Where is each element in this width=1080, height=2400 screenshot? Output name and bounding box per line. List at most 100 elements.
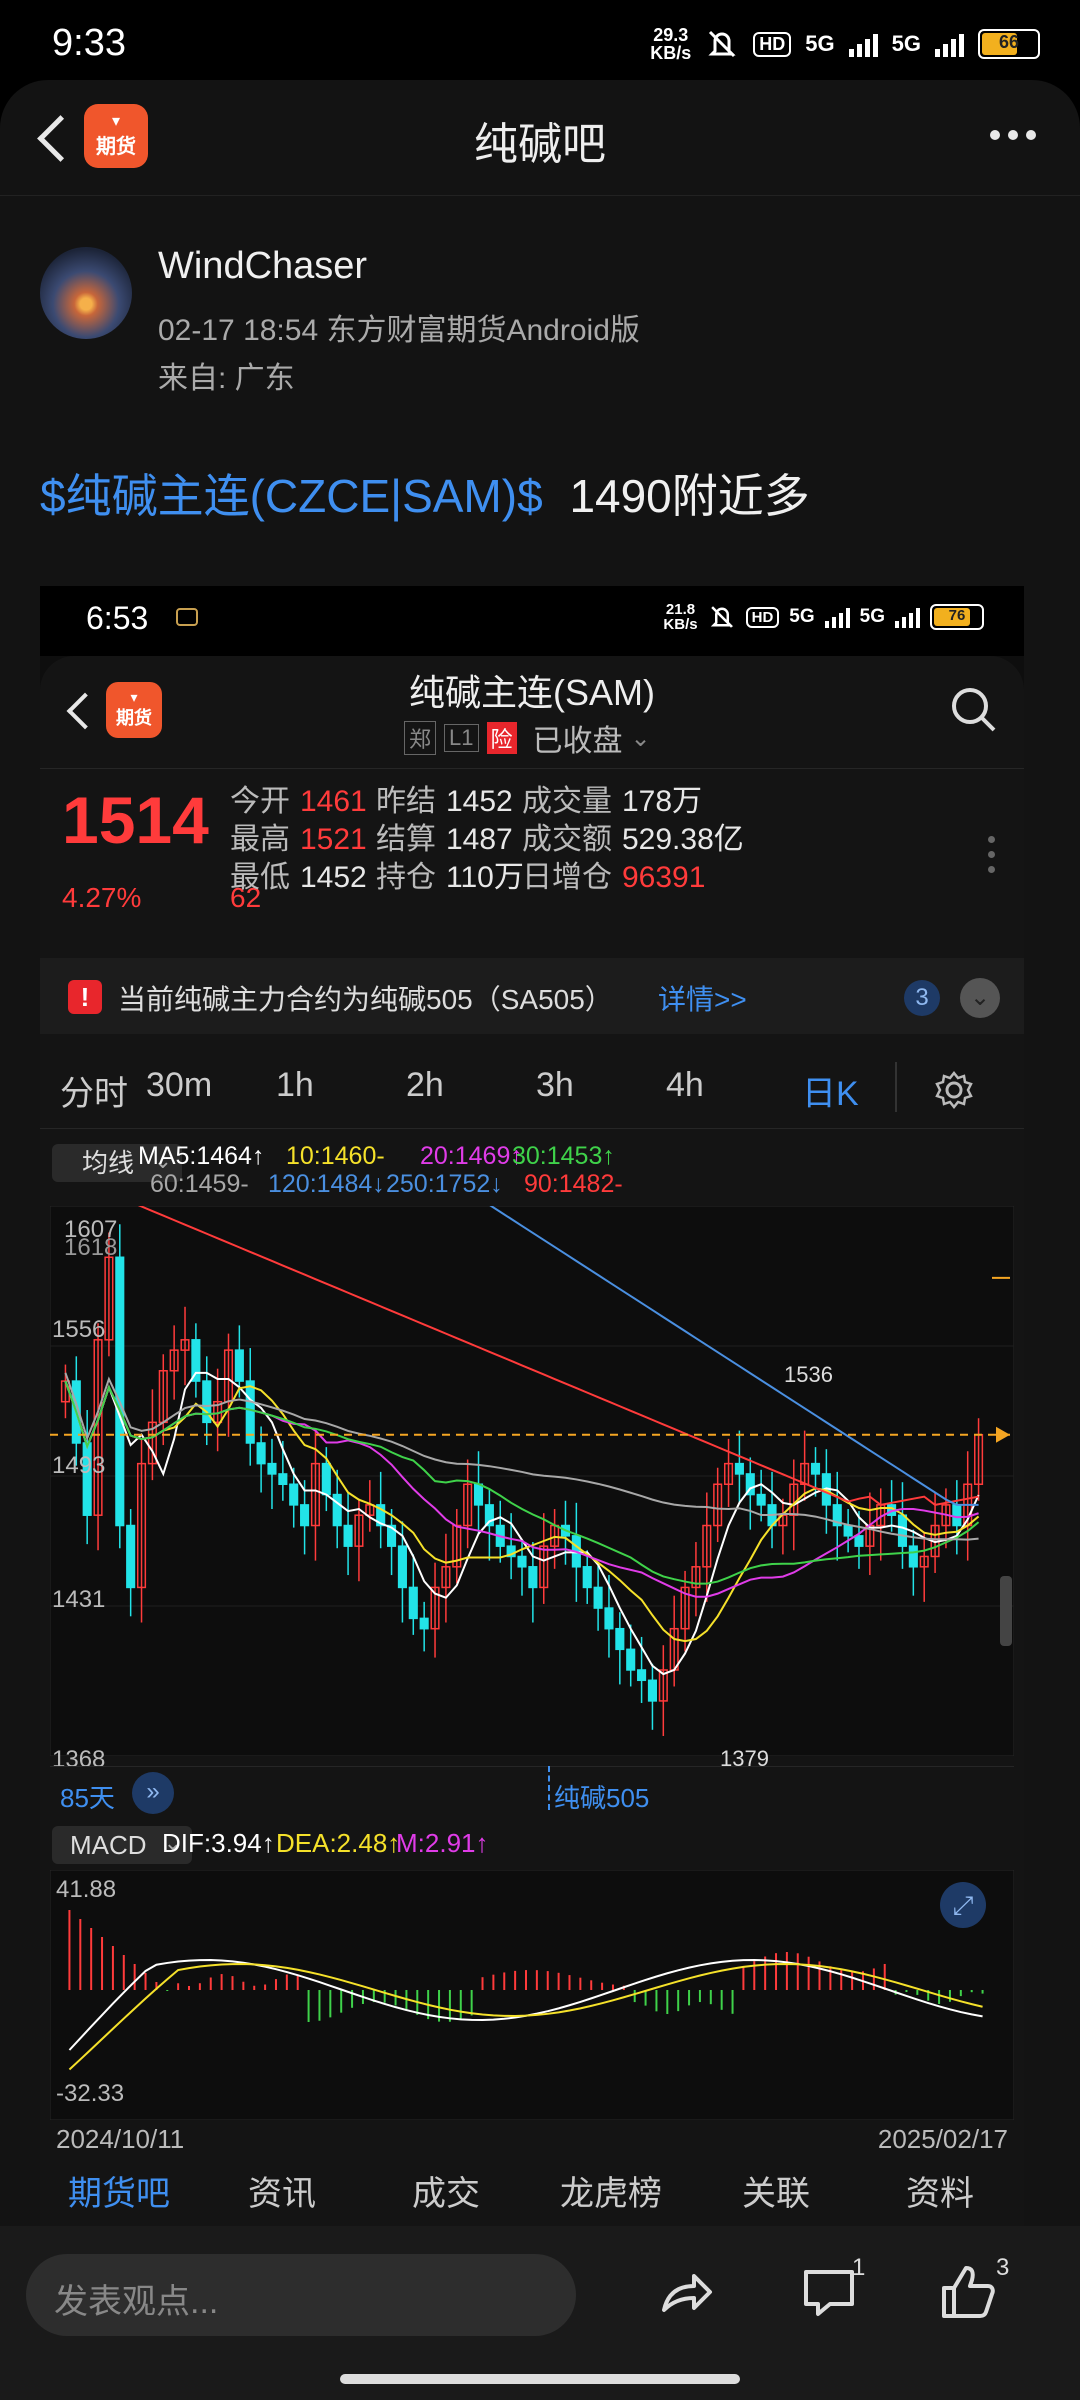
- y-label-2: 1556: [52, 1316, 106, 1343]
- hd-icon: HD: [745, 606, 780, 628]
- candle-body: [528, 1566, 538, 1589]
- tab-intraday[interactable]: 分时: [60, 1066, 128, 1115]
- mute-icon: [708, 30, 736, 58]
- notice-link[interactable]: 详情>>: [658, 978, 747, 1018]
- candle-body: [908, 1545, 918, 1568]
- candle-body: [756, 1493, 766, 1506]
- tab-forum[interactable]: 期货吧: [68, 2166, 170, 2215]
- tab-2h[interactable]: 2h: [406, 1066, 444, 1105]
- contract-divider: [548, 1766, 550, 1810]
- candle-body: [734, 1462, 744, 1475]
- candle-body: [278, 1473, 288, 1486]
- tab-30m[interactable]: 30m: [146, 1066, 212, 1105]
- stat-item: 最低 1452: [230, 852, 367, 896]
- candle-body: [637, 1669, 647, 1682]
- network-type-1: 5G: [789, 606, 815, 627]
- tab-related[interactable]: 关联: [742, 2166, 810, 2215]
- alert-icon: !: [68, 980, 102, 1014]
- tab-ranking[interactable]: 龙虎榜: [560, 2166, 662, 2215]
- macd-legend-item: M:2.91↑: [396, 1828, 489, 1858]
- period-count: 85天: [60, 1783, 115, 1813]
- fullscreen-icon[interactable]: ⤢: [940, 1882, 986, 1928]
- y-label-3: 1493: [52, 1452, 106, 1479]
- candle-body: [267, 1462, 277, 1475]
- like-icon[interactable]: [938, 2262, 998, 2322]
- candle-body: [126, 1524, 136, 1589]
- signal-icon: [824, 606, 850, 628]
- author-name[interactable]: WindChaser: [158, 245, 367, 288]
- tag-risk: 险: [486, 722, 517, 754]
- candle-body: [332, 1493, 342, 1527]
- candle-body: [321, 1462, 331, 1496]
- signal-icon: [848, 31, 878, 57]
- tab-daily-k[interactable]: 日K: [802, 1066, 859, 1115]
- post-body: $纯碱主连(CZCE|SAM)$ 1490附近多: [40, 460, 810, 526]
- comment-count: 1: [852, 2254, 866, 2281]
- more-stats-icon[interactable]: [988, 836, 995, 873]
- ma-legend-item: 120:1484↓: [268, 1170, 385, 1198]
- date-end: 2025/02/17: [877, 2124, 1008, 2154]
- ma-legend-item: 60:1459-: [150, 1170, 249, 1198]
- tab-news[interactable]: 资讯: [248, 2166, 316, 2215]
- candlestick-chart[interactable]: [50, 1206, 1014, 1756]
- divider: [895, 1062, 897, 1112]
- status-time: 9:33: [52, 22, 126, 64]
- notification-icon: [176, 608, 198, 626]
- page-title: 纯碱吧: [474, 120, 606, 169]
- candle-body: [300, 1504, 310, 1527]
- signal-icon-2: [935, 31, 964, 57]
- status-bar: 9:33 29.3 KB/s HD 5G 5G 66: [0, 0, 1080, 80]
- macd-bottom-label: -32.33: [56, 2080, 125, 2107]
- notice-count-badge: 3: [904, 980, 940, 1016]
- attached-screenshot[interactable]: 6:53 21.8 KB/s HD 5G 5G 76 ▾ 期货 纯碱主连(SAM) …: [40, 586, 1024, 2186]
- tab-4h[interactable]: 4h: [666, 1066, 704, 1105]
- macd-legend-item: DEA:2.48↑: [276, 1828, 401, 1858]
- last-price: 1514: [62, 783, 209, 857]
- market-state[interactable]: 已收盘: [533, 716, 623, 760]
- stat-item: 日增仓 96391: [522, 852, 705, 896]
- candle-body: [604, 1607, 614, 1630]
- candle-body: [582, 1566, 592, 1589]
- candle-body: [408, 1586, 418, 1620]
- candle-body: [854, 1535, 864, 1547]
- share-icon[interactable]: [656, 2264, 716, 2324]
- candle-body: [647, 1679, 658, 1702]
- stat-value: 96391: [622, 861, 706, 894]
- candle-body: [289, 1483, 299, 1506]
- comment-input[interactable]: 发表观点...: [26, 2254, 576, 2336]
- chevron-down-icon[interactable]: ⌄: [631, 724, 651, 753]
- screenshot-time: 6:53: [86, 600, 149, 636]
- stock-link[interactable]: $纯碱主连(CZCE|SAM)$: [40, 470, 543, 522]
- tab-profile[interactable]: 资料: [906, 2166, 974, 2215]
- candle-body: [626, 1648, 636, 1671]
- comment-icon[interactable]: [800, 2264, 858, 2322]
- candle-body: [615, 1627, 625, 1651]
- settings-gear-icon[interactable]: [934, 1070, 974, 1110]
- tab-1h[interactable]: 1h: [276, 1066, 314, 1105]
- avatar[interactable]: [40, 247, 132, 339]
- post-meta: 02-17 18:54 东方财富期货Android版: [158, 314, 640, 347]
- candle-body: [473, 1483, 484, 1506]
- candle-body: [256, 1442, 266, 1465]
- home-indicator[interactable]: [340, 2374, 740, 2384]
- ma-legend-item: 10:1460-: [286, 1142, 385, 1170]
- stat-value: 1452: [300, 861, 367, 894]
- network-type-1: 5G: [805, 31, 835, 56]
- candle-body: [419, 1617, 429, 1630]
- like-count: 3: [996, 2254, 1010, 2281]
- macd-chart[interactable]: [50, 1870, 1014, 2120]
- expand-right-icon[interactable]: »: [132, 1772, 174, 1814]
- ma-legend-item: MA5:1464↑: [138, 1142, 265, 1170]
- search-icon[interactable]: [948, 684, 998, 734]
- more-icon[interactable]: [990, 130, 1036, 140]
- candle-body: [343, 1524, 353, 1547]
- post-location: 来自: 广东: [158, 362, 295, 395]
- chevron-down-icon[interactable]: ⌄: [960, 978, 1000, 1018]
- divider: [50, 1766, 1014, 1767]
- scroll-handle: [1000, 1576, 1012, 1646]
- stat-label: 日增仓: [522, 861, 612, 894]
- divider: [40, 1128, 1024, 1129]
- tab-3h[interactable]: 3h: [536, 1066, 574, 1105]
- tab-trades[interactable]: 成交: [412, 2166, 480, 2215]
- quote-bottom-tabs: 期货吧 资讯 成交 龙虎榜 关联 资料: [40, 2158, 1024, 2226]
